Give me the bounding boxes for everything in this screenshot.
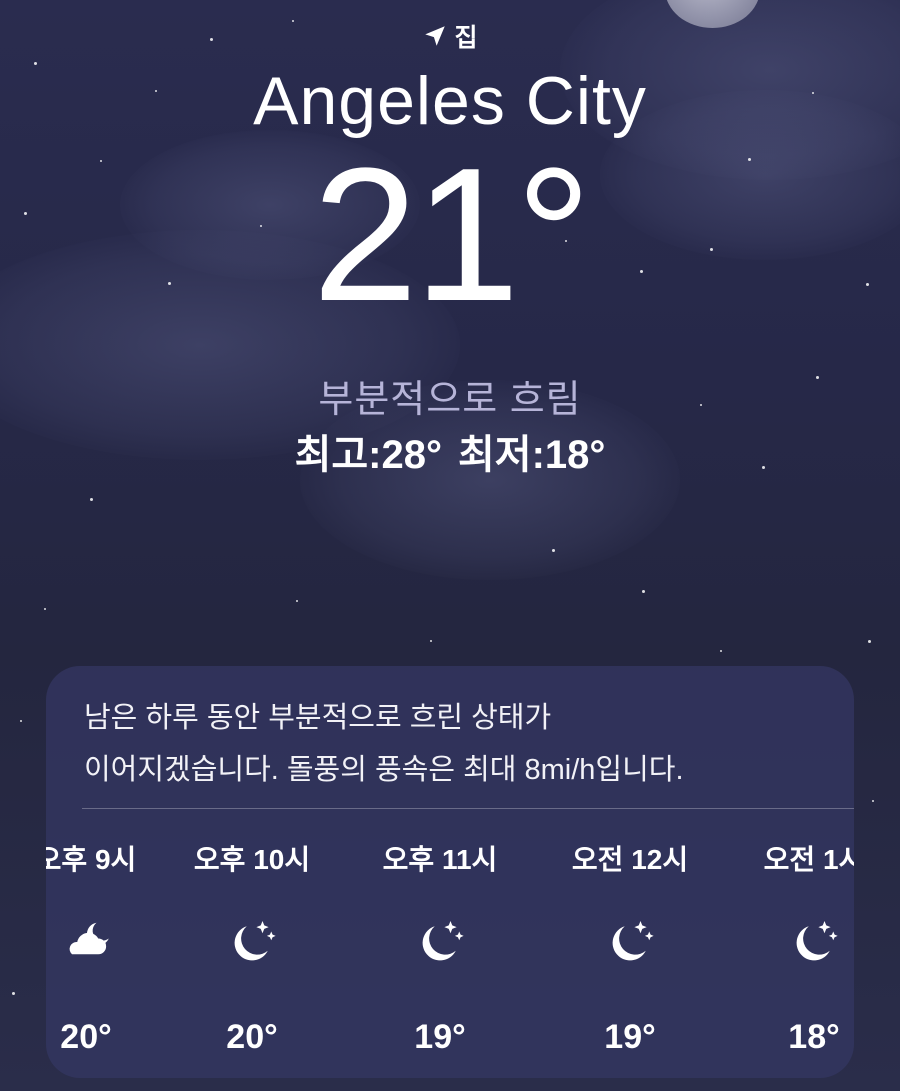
hour-time: 오후 10시 xyxy=(193,844,311,875)
card-divider xyxy=(82,808,854,809)
forecast-summary: 남은 하루 동안 부분적으로 흐린 상태가 이어지겠습니다. 돌풍의 풍속은 최… xyxy=(84,692,824,796)
location-arrow-icon xyxy=(425,26,446,46)
hour-time: 오전 1시 xyxy=(763,844,854,875)
hour-temp: 18° xyxy=(788,1018,840,1056)
current-temperature: 21° xyxy=(312,129,591,341)
hourly-forecast-card[interactable]: 남은 하루 동안 부분적으로 흐린 상태가 이어지겠습니다. 돌풍의 풍속은 최… xyxy=(46,666,854,1078)
hourly-item-1[interactable]: 오후 9시 20° xyxy=(46,838,166,1056)
location-header: 집 xyxy=(0,18,900,54)
high-temp: 최고:28° xyxy=(294,433,442,477)
hour-time: 오후 9시 xyxy=(46,844,137,875)
location-label: 집 xyxy=(454,24,478,52)
hourly-item-3[interactable]: 오후 11시 19° xyxy=(360,838,520,1056)
hourly-item-5[interactable]: 오전 1시 18° xyxy=(734,838,854,1056)
summary-line-1: 남은 하루 동안 부분적으로 흐린 상태가 xyxy=(84,702,552,734)
hourly-item-2[interactable]: 오후 10시 20° xyxy=(172,838,332,1056)
hour-temp: 20° xyxy=(60,1018,112,1056)
hour-time: 오후 11시 xyxy=(382,844,498,875)
moon-stars-icon xyxy=(234,921,276,961)
high-low-temps: 최고:28° 최저:18° xyxy=(0,422,900,480)
moon-stars-icon xyxy=(422,921,464,961)
summary-line-2: 이어지겠습니다. 돌풍의 풍속은 최대 8mi/h입니다. xyxy=(84,754,684,786)
hour-temp: 19° xyxy=(604,1018,656,1056)
hourly-item-4[interactable]: 오전 12시 19° xyxy=(550,838,710,1056)
moon-stars-icon xyxy=(612,921,654,961)
hour-temp: 20° xyxy=(226,1018,278,1056)
moon-stars-icon xyxy=(796,921,838,961)
condition-text: 부분적으로 흐림 xyxy=(318,379,582,421)
hour-time: 오전 12시 xyxy=(571,844,689,875)
partly-cloudy-night-icon xyxy=(69,922,109,955)
low-temp: 최저:18° xyxy=(458,433,606,477)
hour-temp: 19° xyxy=(414,1018,466,1056)
